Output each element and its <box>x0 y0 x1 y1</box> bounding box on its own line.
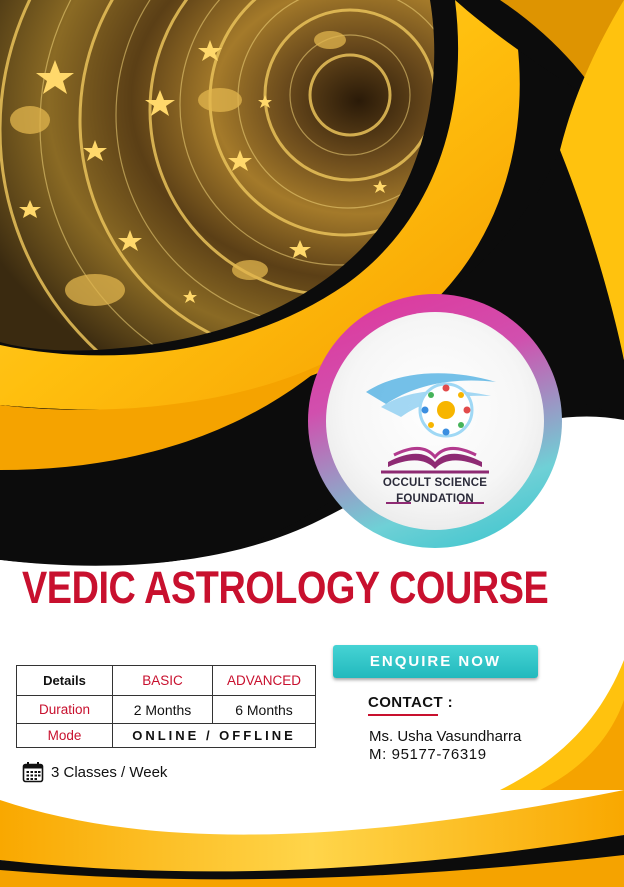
duration-advanced: 6 Months <box>212 695 316 724</box>
contact-name: Ms. Usha Vasundharra <box>369 728 522 745</box>
foundation-logo: OCCULT SCIENCE FOUNDATION <box>326 312 544 530</box>
mode-value: ONLINE / OFFLINE <box>112 723 316 748</box>
course-details-table: Details BASIC ADVANCED Duration 2 Months… <box>16 665 316 748</box>
table-row-mode: Mode ONLINE / OFFLINE <box>16 723 316 748</box>
duration-label: Duration <box>16 695 113 724</box>
course-title: VEDIC ASTROLOGY COURSE <box>22 562 549 613</box>
calendar-icon <box>22 762 44 783</box>
header-details: Details <box>16 665 113 696</box>
logo-line2: FOUNDATION <box>396 493 474 505</box>
contact-label: CONTACT : <box>368 694 453 711</box>
duration-basic: 2 Months <box>112 695 213 724</box>
header-basic: BASIC <box>112 665 213 696</box>
header-advanced: ADVANCED <box>212 665 316 696</box>
table-header-row: Details BASIC ADVANCED <box>16 665 316 696</box>
contact-underline <box>368 714 438 716</box>
logo-line1: OCCULT SCIENCE <box>382 477 488 489</box>
classes-text: 3 Classes / Week <box>51 763 168 781</box>
course-poster: OCCULT SCIENCE FOUNDATION VEDIC ASTROLOG… <box>0 0 624 887</box>
foundation-logo-badge: OCCULT SCIENCE FOUNDATION <box>308 294 562 548</box>
classes-per-week: 3 Classes / Week <box>22 760 167 784</box>
enquire-now-button[interactable]: ENQUIRE NOW <box>333 645 538 678</box>
table-row-duration: Duration 2 Months 6 Months <box>16 695 316 724</box>
mode-label: Mode <box>16 723 113 748</box>
contact-phone[interactable]: M: 95177-76319 <box>369 746 487 763</box>
